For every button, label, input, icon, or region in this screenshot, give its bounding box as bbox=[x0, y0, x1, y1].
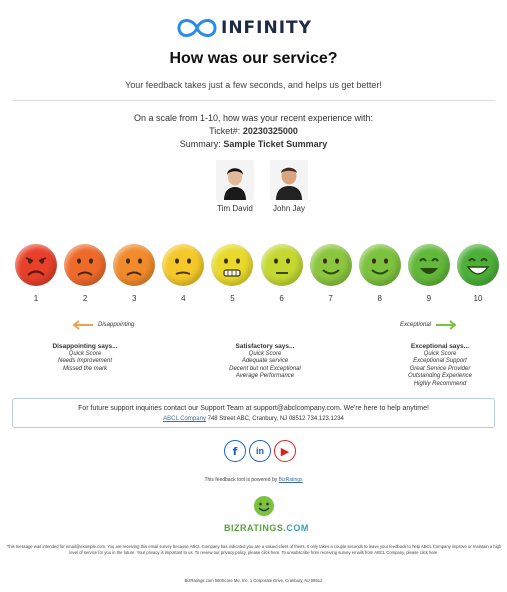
agents-list: Tim David John Jay bbox=[212, 160, 312, 220]
angry-face-icon[interactable] bbox=[15, 244, 57, 286]
says-title: Satisfactory says... bbox=[235, 343, 295, 350]
rating-option-6[interactable]: 6 bbox=[260, 244, 304, 303]
legend-left-label: Disappointing bbox=[98, 322, 135, 328]
rating-number: 9 bbox=[426, 294, 432, 303]
summary-label: Summary: bbox=[179, 139, 224, 149]
sad-face-icon[interactable] bbox=[113, 244, 156, 286]
says-line: Quick Score bbox=[423, 350, 457, 357]
divider bbox=[12, 100, 495, 101]
facebook-icon[interactable]: f bbox=[224, 440, 246, 462]
says-line: Great Service Provider bbox=[409, 365, 471, 372]
says-title: Exceptional says... bbox=[410, 343, 470, 350]
page-title: How was our service? bbox=[169, 50, 338, 67]
linkedin-icon[interactable]: in bbox=[249, 440, 271, 462]
bizratings-link[interactable]: BizRatings bbox=[279, 477, 303, 483]
says-line: Adequate service bbox=[241, 358, 289, 364]
says-exceptional: Exceptional says... Quick Score Exceptio… bbox=[385, 343, 495, 388]
says-line: Average Performance bbox=[235, 373, 295, 379]
says-title: Disappointing says... bbox=[52, 343, 118, 350]
rating-number: 5 bbox=[230, 294, 235, 303]
support-box: For future support inquiries contact our… bbox=[12, 398, 495, 428]
says-satisfactory: Satisfactory says... Quick Score Adequat… bbox=[205, 343, 325, 381]
smile-face-icon[interactable] bbox=[309, 244, 352, 286]
rating-number: 10 bbox=[473, 294, 483, 303]
infinity-icon bbox=[177, 19, 217, 37]
says-line: Outstanding Experience bbox=[407, 373, 473, 379]
summary-line: Summary: Sample Ticket Summary bbox=[0, 138, 507, 151]
rating-option-5[interactable]: 5 bbox=[210, 244, 254, 303]
agent-photo bbox=[270, 160, 308, 200]
footer-text: BizRatings.com 560Score Me, Inc. 1 Corpo… bbox=[184, 578, 323, 583]
rating-option-1[interactable]: 1 bbox=[14, 244, 58, 303]
rating-option-2[interactable]: 2 bbox=[63, 244, 107, 303]
neutral-face-icon[interactable] bbox=[260, 244, 303, 286]
smiley-icon bbox=[254, 496, 274, 516]
says-disappointing: Disappointing says... Quick Score Needs … bbox=[30, 343, 140, 373]
smile-face-icon[interactable] bbox=[358, 244, 401, 286]
rating-number: 8 bbox=[377, 294, 382, 303]
rating-option-10[interactable]: 10 bbox=[456, 244, 500, 303]
powered-text: This feedback tool is powered by bbox=[204, 477, 279, 483]
ticket-label: Ticket#: bbox=[209, 126, 243, 136]
bizratings-wordmark: BIZRATINGS.COM bbox=[224, 523, 308, 533]
rating-option-3[interactable]: 3 bbox=[112, 244, 156, 303]
summary-value: Sample Ticket Summary bbox=[223, 139, 328, 149]
rating-option-7[interactable]: 7 bbox=[309, 244, 353, 303]
rating-option-8[interactable]: 8 bbox=[358, 244, 402, 303]
youtube-icon[interactable]: ▶ bbox=[274, 440, 296, 462]
social-links: f in ▶ bbox=[224, 440, 296, 462]
rating-number: 7 bbox=[328, 294, 333, 303]
rating-number: 6 bbox=[279, 294, 284, 303]
happy-face-icon[interactable] bbox=[407, 244, 450, 286]
legend-disappointing: Disappointing bbox=[70, 320, 134, 330]
address-text: 748 Street ABC, Cranbury, NJ 08512 734.1… bbox=[205, 416, 344, 422]
rating-scale: 1 2 3 4 5 6 7 8 9 10 bbox=[14, 244, 500, 303]
legend-right-label: Exceptional bbox=[400, 322, 432, 328]
meh-face-icon[interactable] bbox=[162, 244, 205, 286]
says-line: Exceptional Support bbox=[413, 358, 467, 364]
company-link[interactable]: ABCL Company bbox=[163, 416, 206, 422]
rating-number: 3 bbox=[131, 294, 137, 303]
says-line: Needs Improvement bbox=[57, 358, 113, 364]
disclaimer-text: This message was intended for email@exam… bbox=[6, 544, 502, 555]
support-text: For future support inquiries contact our… bbox=[78, 405, 429, 412]
agent-name: Tim David bbox=[217, 204, 253, 213]
grimace-face-icon[interactable] bbox=[211, 244, 254, 286]
rating-option-4[interactable]: 4 bbox=[161, 244, 205, 303]
page-subtitle: Your feedback takes just a few seconds, … bbox=[125, 80, 382, 90]
sad-face-icon[interactable] bbox=[64, 244, 107, 286]
rating-number: 1 bbox=[33, 294, 39, 303]
brand-name: INFINITY bbox=[221, 18, 312, 38]
infinity-logo: INFINITY bbox=[175, 12, 345, 44]
says-line: Decent but not Exceptional bbox=[229, 365, 301, 372]
agent-card: John Jay bbox=[266, 160, 312, 220]
agent-photo bbox=[216, 160, 254, 200]
rating-number: 4 bbox=[181, 294, 186, 303]
rating-number: 2 bbox=[82, 294, 88, 303]
arrow-left-icon bbox=[72, 320, 93, 330]
agent-name: John Jay bbox=[272, 204, 306, 213]
biz-com: .COM bbox=[283, 523, 309, 533]
ticket-value: 20230325000 bbox=[242, 126, 298, 136]
question-text: On a scale from 1-10, how was your recen… bbox=[133, 113, 374, 123]
says-line: Quick Score bbox=[68, 350, 102, 357]
says-line: Quick Score bbox=[248, 350, 282, 357]
grin-face-icon[interactable] bbox=[456, 244, 499, 286]
says-line: Missed the mark bbox=[62, 365, 107, 372]
says-line: Highly Recommend bbox=[413, 380, 467, 387]
question-block: On a scale from 1-10, how was your recen… bbox=[0, 112, 507, 151]
agent-card: Tim David bbox=[212, 160, 258, 220]
biz-name: BIZRATINGS bbox=[224, 523, 284, 533]
ticket-line: Ticket#: 20230325000 bbox=[0, 125, 507, 138]
support-address: ABCL Company 748 Street ABC, Cranbury, N… bbox=[13, 414, 494, 424]
powered-by: This feedback tool is powered by BizRati… bbox=[0, 477, 507, 483]
arrow-right-icon bbox=[436, 320, 457, 330]
bizratings-logo[interactable]: BIZRATINGS.COM bbox=[224, 495, 308, 533]
rating-option-9[interactable]: 9 bbox=[407, 244, 451, 303]
legend-exceptional: Exceptional bbox=[400, 320, 459, 330]
